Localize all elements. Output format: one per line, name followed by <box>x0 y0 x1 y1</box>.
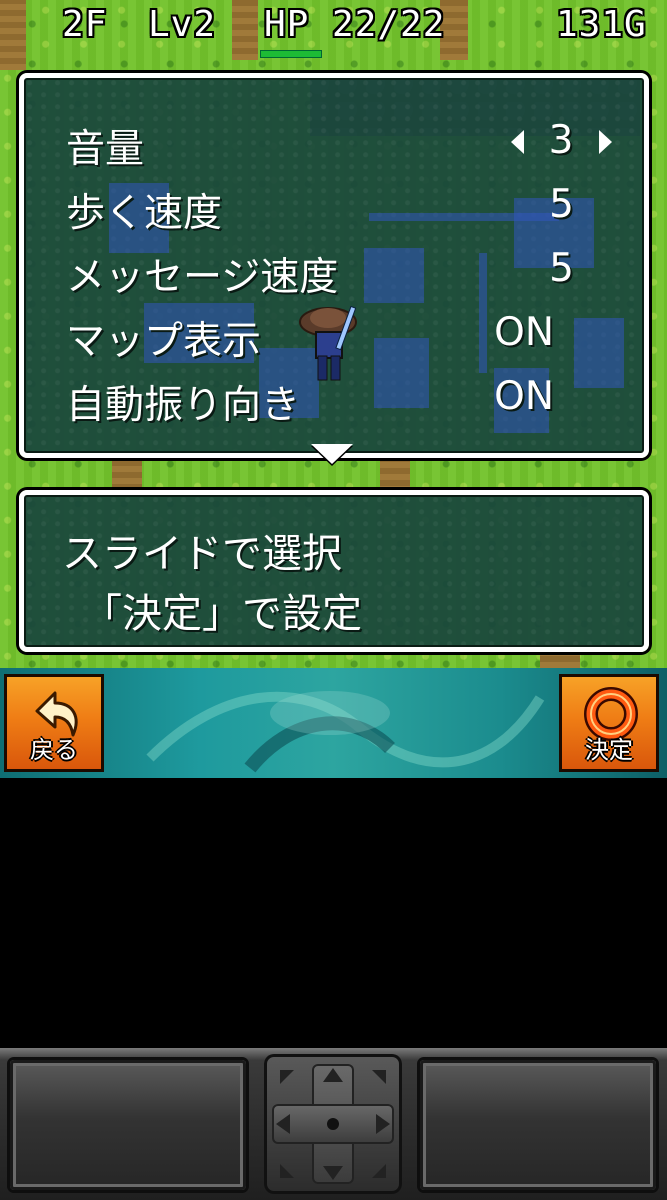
game-field: 2F Lv2 HP 22/22 131G 音量 歩く速度 メッセージ速度 マップ… <box>0 0 667 668</box>
option-label-walk-speed[interactable]: 歩く速度 <box>66 182 222 238</box>
decrease-arrow-icon[interactable] <box>511 130 524 154</box>
down-arrow-icon[interactable] <box>323 1166 343 1180</box>
command-strip: 戻る 決定 <box>0 668 667 778</box>
right-action-button[interactable] <box>420 1060 656 1190</box>
hp-label: HP <box>264 4 310 45</box>
message-line-2: 「決定」で設定 <box>82 591 362 637</box>
dirt-path <box>380 456 410 492</box>
floor-indicator: 2F <box>62 4 108 45</box>
player-character <box>299 305 357 381</box>
up-left-arrow-icon[interactable] <box>280 1070 294 1084</box>
ok-button[interactable]: 決定 <box>559 674 659 772</box>
left-action-button[interactable] <box>10 1060 246 1190</box>
direction-pad[interactable] <box>264 1054 402 1194</box>
message-window: スライドで選択 「決定」で設定 <box>19 490 649 652</box>
minimap-room <box>374 338 429 408</box>
down-left-arrow-icon[interactable] <box>280 1164 294 1178</box>
more-indicator-icon <box>311 444 353 464</box>
hp-bar <box>260 50 322 58</box>
message-line-1: スライドで選択 <box>62 531 342 577</box>
minimap-room <box>364 248 424 303</box>
back-button[interactable]: 戻る <box>4 674 104 772</box>
up-arrow-icon[interactable] <box>323 1068 343 1082</box>
increase-arrow-icon[interactable] <box>599 130 612 154</box>
option-value-walk-speed: 5 <box>549 182 574 227</box>
left-arrow-icon[interactable] <box>276 1114 290 1134</box>
option-label-auto-turn[interactable]: 自動振り向き <box>66 374 300 430</box>
settings-window: 音量 歩く速度 メッセージ速度 マップ表示 自動振り向き 3 5 5 ON ON <box>19 73 649 458</box>
back-label: 戻る <box>30 736 78 764</box>
option-value-map-display: ON <box>494 310 554 355</box>
up-right-arrow-icon[interactable] <box>372 1070 386 1084</box>
option-label-message-speed[interactable]: メッセージ速度 <box>66 246 338 302</box>
down-right-arrow-icon[interactable] <box>372 1164 386 1178</box>
option-label-volume[interactable]: 音量 <box>66 118 144 174</box>
option-value-volume: 3 <box>548 118 574 163</box>
right-arrow-icon[interactable] <box>376 1114 390 1134</box>
option-value-message-speed: 5 <box>549 246 574 291</box>
dpad-center <box>327 1118 339 1130</box>
hp-value: 22/22 <box>332 4 446 45</box>
background-art <box>146 691 545 773</box>
status-bar: 2F Lv2 HP 22/22 131G <box>0 0 667 58</box>
option-label-map-display[interactable]: マップ表示 <box>66 310 261 366</box>
option-value-auto-turn: ON <box>494 374 554 419</box>
minimap-room <box>574 318 624 388</box>
control-panel <box>0 1048 667 1200</box>
level-indicator: Lv2 <box>148 4 217 45</box>
gold-counter: 131G <box>556 4 647 45</box>
ok-label: 決定 <box>585 736 633 764</box>
